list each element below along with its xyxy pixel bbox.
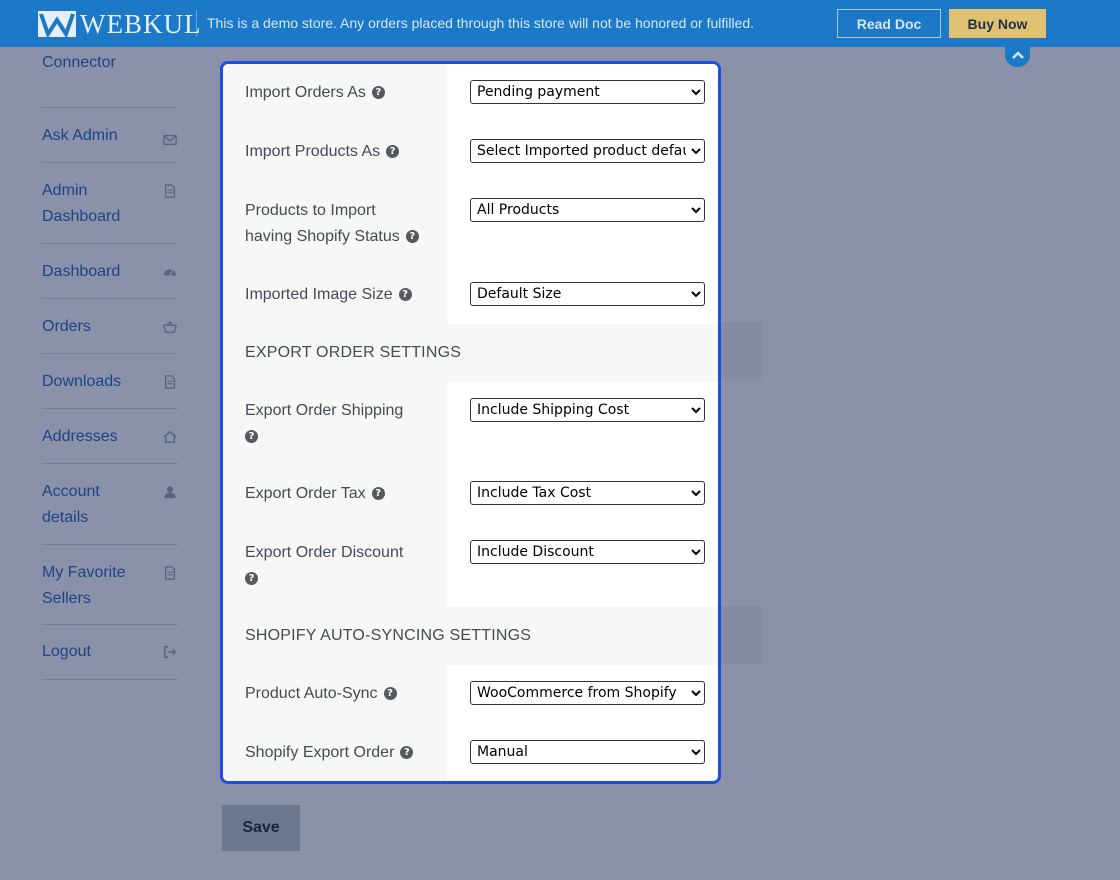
import-orders-as-select[interactable]: Pending payment <box>470 80 705 104</box>
export-discount-select[interactable]: Include Discount <box>470 540 705 564</box>
help-icon[interactable]: ? <box>398 288 412 301</box>
products-status-label-line2: having Shopify Status <box>245 228 400 245</box>
read-doc-button[interactable]: Read Doc <box>837 9 941 38</box>
shopify-export-order-select[interactable]: Manual <box>470 740 705 764</box>
import-orders-as-label: Import Orders As <box>245 84 366 101</box>
product-auto-sync-label: Product Auto-Sync <box>245 685 378 702</box>
buy-now-button[interactable]: Buy Now <box>949 9 1046 38</box>
help-icon[interactable]: ? <box>400 746 414 759</box>
export-order-settings-heading: EXPORT ORDER SETTINGS <box>223 324 718 382</box>
export-tax-label: Export Order Tax <box>245 485 366 502</box>
help-icon[interactable]: ? <box>405 230 419 243</box>
help-icon[interactable]: ? <box>371 487 385 500</box>
setting-row-image-size: Imported Image Size? Default Size <box>223 266 718 324</box>
products-status-label-line1: Products to Import <box>245 202 376 219</box>
setting-row-product-auto-sync: Product Auto-Sync? WooCommerce from Shop… <box>223 665 718 724</box>
image-size-select[interactable]: Default Size <box>470 282 705 306</box>
setting-label: Shopify Export Order? <box>223 724 447 781</box>
setting-row-products-status: Products to Import having Shopify Status… <box>223 182 718 266</box>
setting-label: Export Order Tax? <box>223 465 447 524</box>
setting-label: Export Order Discount ? <box>223 524 447 607</box>
shopify-settings-panel: Import Orders As? Pending payment Import… <box>220 61 721 784</box>
demo-store-bar: WEBKUL This is a demo store. Any orders … <box>0 0 1120 47</box>
setting-row-shopify-export-order: Shopify Export Order? Manual <box>223 724 718 781</box>
products-status-select[interactable]: All Products <box>470 198 705 222</box>
topbar-divider <box>196 10 197 37</box>
webkul-logo-mark <box>38 11 76 37</box>
auto-syncing-settings-heading: SHOPIFY AUTO-SYNCING SETTINGS <box>223 607 718 665</box>
demo-store-message: This is a demo store. Any orders placed … <box>207 15 755 31</box>
setting-row-export-shipping: Export Order Shipping ? Include Shipping… <box>223 382 718 465</box>
setting-row-export-discount: Export Order Discount ? Include Discount <box>223 524 718 607</box>
setting-label: Import Products As? <box>223 123 447 182</box>
product-auto-sync-select[interactable]: WooCommerce from Shopify <box>470 681 705 705</box>
setting-label: Export Order Shipping ? <box>223 382 447 465</box>
image-size-label: Imported Image Size <box>245 286 393 303</box>
help-icon[interactable]: ? <box>245 572 258 585</box>
setting-row-import-products-as: Import Products As? Select Imported prod… <box>223 123 718 182</box>
help-icon[interactable]: ? <box>245 430 258 443</box>
export-shipping-label: Export Order Shipping <box>245 402 404 419</box>
help-icon[interactable]: ? <box>383 687 397 700</box>
setting-label: Products to Import having Shopify Status… <box>223 182 447 266</box>
export-shipping-select[interactable]: Include Shipping Cost <box>470 398 705 422</box>
setting-label: Imported Image Size? <box>223 266 447 324</box>
export-discount-label: Export Order Discount <box>245 544 404 561</box>
help-icon[interactable]: ? <box>371 86 385 99</box>
logo-text: WEBKUL <box>80 8 202 39</box>
webkul-logo[interactable]: WEBKUL <box>38 8 202 39</box>
scroll-to-top-button[interactable] <box>1005 43 1030 67</box>
shopify-export-order-label: Shopify Export Order <box>245 744 395 761</box>
chevron-up-icon <box>1011 51 1024 59</box>
import-products-as-select[interactable]: Select Imported product default <box>470 139 705 163</box>
setting-label: Import Orders As? <box>223 64 447 123</box>
export-tax-select[interactable]: Include Tax Cost <box>470 481 705 505</box>
setting-row-export-tax: Export Order Tax? Include Tax Cost <box>223 465 718 524</box>
setting-label: Product Auto-Sync? <box>223 665 447 724</box>
setting-row-import-orders-as: Import Orders As? Pending payment <box>223 64 718 123</box>
import-products-as-label: Import Products As <box>245 143 381 160</box>
help-icon[interactable]: ? <box>386 145 400 158</box>
